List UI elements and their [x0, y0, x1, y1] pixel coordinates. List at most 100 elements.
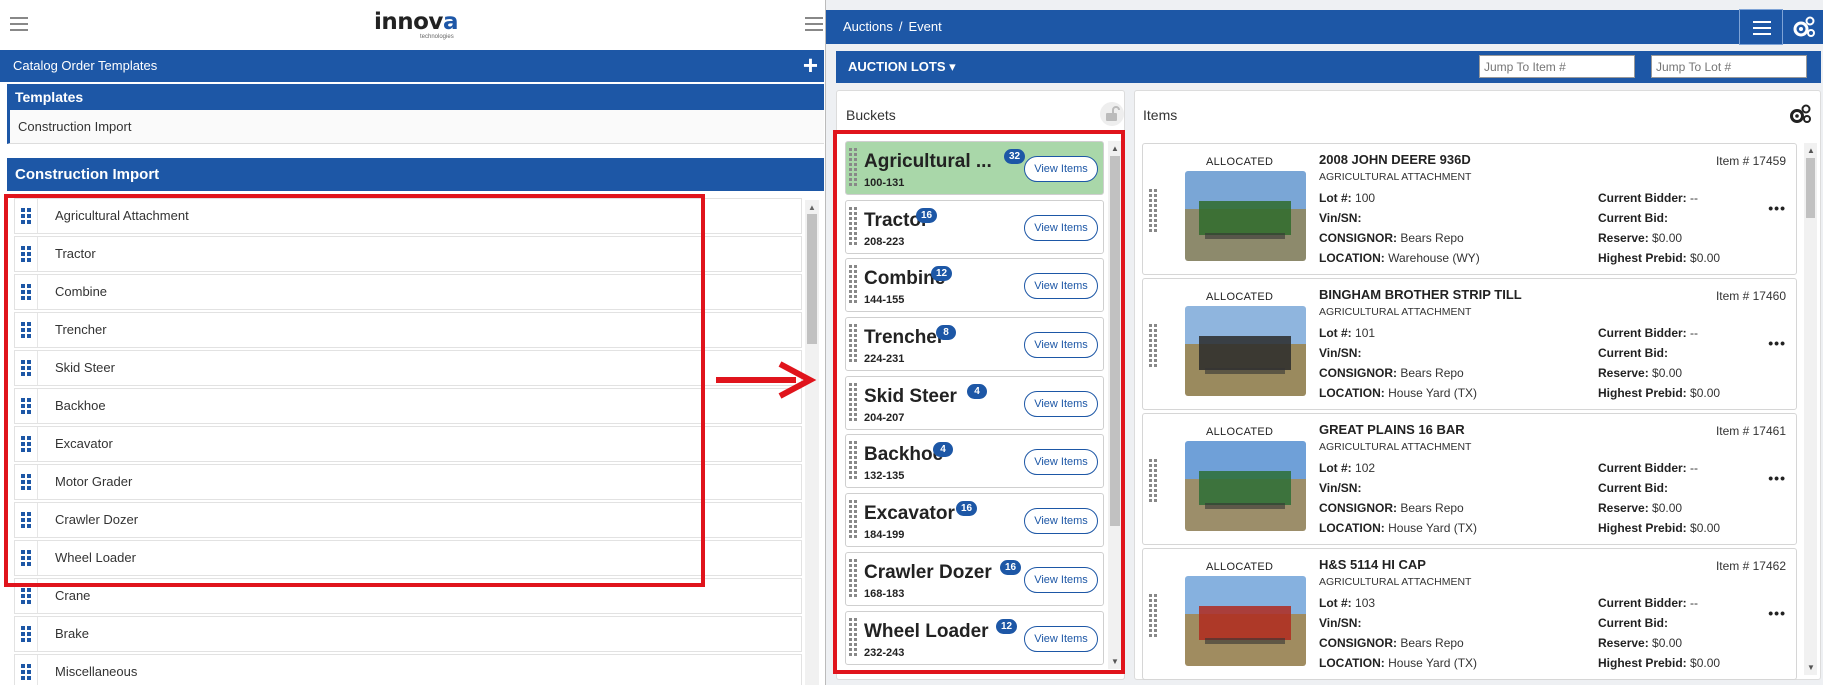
more-options-icon[interactable]: ••• [1768, 200, 1786, 216]
item-photo[interactable] [1185, 576, 1306, 666]
field-label: Current Bid: [1598, 481, 1668, 495]
lot-field: Lot #: 103 [1319, 596, 1375, 610]
list-icon [1753, 21, 1771, 35]
field-label: Current Bidder: [1598, 191, 1687, 205]
catalog-title: Catalog Order Templates [13, 58, 158, 73]
field-label: LOCATION: [1319, 251, 1385, 265]
item-card[interactable]: ALLOCATED 2008 JOHN DEERE 936D AGRICULTURA… [1142, 143, 1797, 275]
item-number: Item # 17461 [1715, 424, 1786, 438]
item-status: ALLOCATED [1206, 561, 1274, 573]
highest-prebid-field: Highest Prebid: $0.00 [1598, 521, 1720, 535]
list-view-button[interactable] [1739, 9, 1783, 45]
field-label: Reserve: [1598, 636, 1649, 650]
drag-handle-icon[interactable] [1149, 189, 1159, 233]
list-item[interactable]: Miscellaneous [14, 654, 802, 685]
scroll-thumb[interactable] [1806, 158, 1815, 218]
list-item-label: Miscellaneous [55, 664, 138, 679]
item-photo[interactable] [1185, 306, 1306, 396]
template-item-construction-import[interactable]: Construction Import [7, 110, 824, 144]
item-status: ALLOCATED [1206, 291, 1274, 303]
item-category: AGRICULTURAL ATTACHMENT [1319, 306, 1472, 318]
menu-icon-right[interactable] [805, 17, 823, 31]
field-label: Current Bidder: [1598, 596, 1687, 610]
breadcrumb-auctions[interactable]: Auctions [843, 19, 893, 34]
field-label: Vin/SN: [1319, 346, 1362, 360]
plus-icon[interactable]: + [803, 52, 818, 78]
item-card[interactable]: ALLOCATED GREAT PLAINS 16 BAR AGRICULTURAL… [1142, 413, 1797, 545]
item-photo[interactable] [1185, 441, 1306, 531]
more-options-icon[interactable]: ••• [1768, 470, 1786, 486]
consignor-field: CONSIGNOR: Bears Repo [1319, 501, 1464, 515]
unlock-button[interactable] [1100, 102, 1124, 126]
event-header-bar: Auctions / Event [826, 9, 1823, 45]
arrow-right-icon [716, 361, 817, 399]
item-status: ALLOCATED [1206, 426, 1274, 438]
highest-prebid-field: Highest Prebid: $0.00 [1598, 386, 1720, 400]
current-bid-field: Current Bid: [1598, 616, 1668, 630]
location-field: LOCATION: House Yard (TX) [1319, 386, 1477, 400]
field-label: CONSIGNOR: [1319, 501, 1397, 515]
scroll-thumb[interactable] [807, 214, 817, 344]
item-card[interactable]: ALLOCATED BINGHAM BROTHER STRIP TILL AGRIC… [1142, 278, 1797, 410]
current-bid-field: Current Bid: [1598, 211, 1668, 225]
field-label: LOCATION: [1319, 521, 1385, 535]
item-category: AGRICULTURAL ATTACHMENT [1319, 576, 1472, 588]
reserve-field: Reserve: $0.00 [1598, 501, 1682, 515]
gears-icon [1793, 16, 1815, 37]
settings-button[interactable] [1786, 10, 1822, 44]
drag-handle-icon[interactable] [21, 588, 33, 604]
innova-logo: innova technologies [374, 11, 468, 41]
drag-handle-icon[interactable] [1149, 594, 1159, 638]
drag-handle-icon[interactable] [1149, 459, 1159, 503]
auction-lots-dropdown[interactable]: AUCTION LOTS ▾ [848, 51, 956, 83]
more-options-icon[interactable]: ••• [1768, 335, 1786, 351]
app-root: innova technologies Catalog Order Templa… [0, 0, 1823, 685]
field-label: LOCATION: [1319, 656, 1385, 670]
current-bidder-field: Current Bidder: -- [1598, 461, 1698, 475]
items-scrollbar[interactable]: ▲ ▼ [1804, 143, 1817, 675]
item-status: ALLOCATED [1206, 156, 1274, 168]
field-value: $0.00 [1690, 521, 1721, 535]
reserve-field: Reserve: $0.00 [1598, 636, 1682, 650]
field-label: Highest Prebid: [1598, 656, 1687, 670]
vin-field: Vin/SN: [1319, 346, 1361, 360]
drag-handle-icon[interactable] [21, 626, 33, 642]
more-options-icon[interactable]: ••• [1768, 605, 1786, 621]
item-number: Item # 17460 [1715, 289, 1786, 303]
item-number: Item # 17462 [1715, 559, 1786, 573]
top-bar: innova technologies [0, 0, 824, 50]
items-panel: Items ALLOCATED 2008 JOHN DEERE 936D AGRIC… [1134, 90, 1821, 680]
field-label: Reserve: [1598, 366, 1649, 380]
field-value: -- [1690, 461, 1699, 475]
field-label: Vin/SN: [1319, 481, 1362, 495]
jump-to-lot-input[interactable] [1651, 55, 1807, 78]
field-label: Reserve: [1598, 231, 1649, 245]
drag-handle-icon[interactable] [21, 664, 33, 680]
item-title: BINGHAM BROTHER STRIP TILL [1319, 287, 1522, 302]
drag-handle-icon[interactable] [1149, 324, 1159, 368]
field-value: -- [1690, 596, 1699, 610]
field-label: Current Bidder: [1598, 461, 1687, 475]
items-settings-icon[interactable] [1787, 103, 1813, 125]
vin-field: Vin/SN: [1319, 481, 1361, 495]
scroll-up-icon[interactable]: ▲ [808, 203, 816, 212]
item-photo[interactable] [1185, 171, 1306, 261]
field-label: CONSIGNOR: [1319, 636, 1397, 650]
scroll-down-icon[interactable]: ▼ [1807, 663, 1815, 672]
item-card[interactable]: ALLOCATED H&S 5114 HI CAP AGRICULTURAL ATT… [1142, 548, 1797, 680]
divider [37, 655, 38, 685]
field-label: Highest Prebid: [1598, 251, 1687, 265]
left-scrollbar[interactable]: ▲ [805, 200, 819, 685]
field-value: House Yard (TX) [1388, 656, 1478, 670]
lot-field: Lot #: 102 [1319, 461, 1375, 475]
field-value: House Yard (TX) [1388, 386, 1478, 400]
jump-to-item-input[interactable] [1479, 55, 1635, 78]
lot-field: Lot #: 100 [1319, 191, 1375, 205]
list-item[interactable]: Brake [14, 616, 802, 652]
menu-icon[interactable] [10, 17, 28, 31]
consignor-field: CONSIGNOR: Bears Repo [1319, 231, 1464, 245]
item-title: H&S 5114 HI CAP [1319, 557, 1426, 572]
location-field: LOCATION: House Yard (TX) [1319, 656, 1477, 670]
scroll-up-icon[interactable]: ▲ [1807, 146, 1815, 155]
field-value: -- [1690, 326, 1699, 340]
